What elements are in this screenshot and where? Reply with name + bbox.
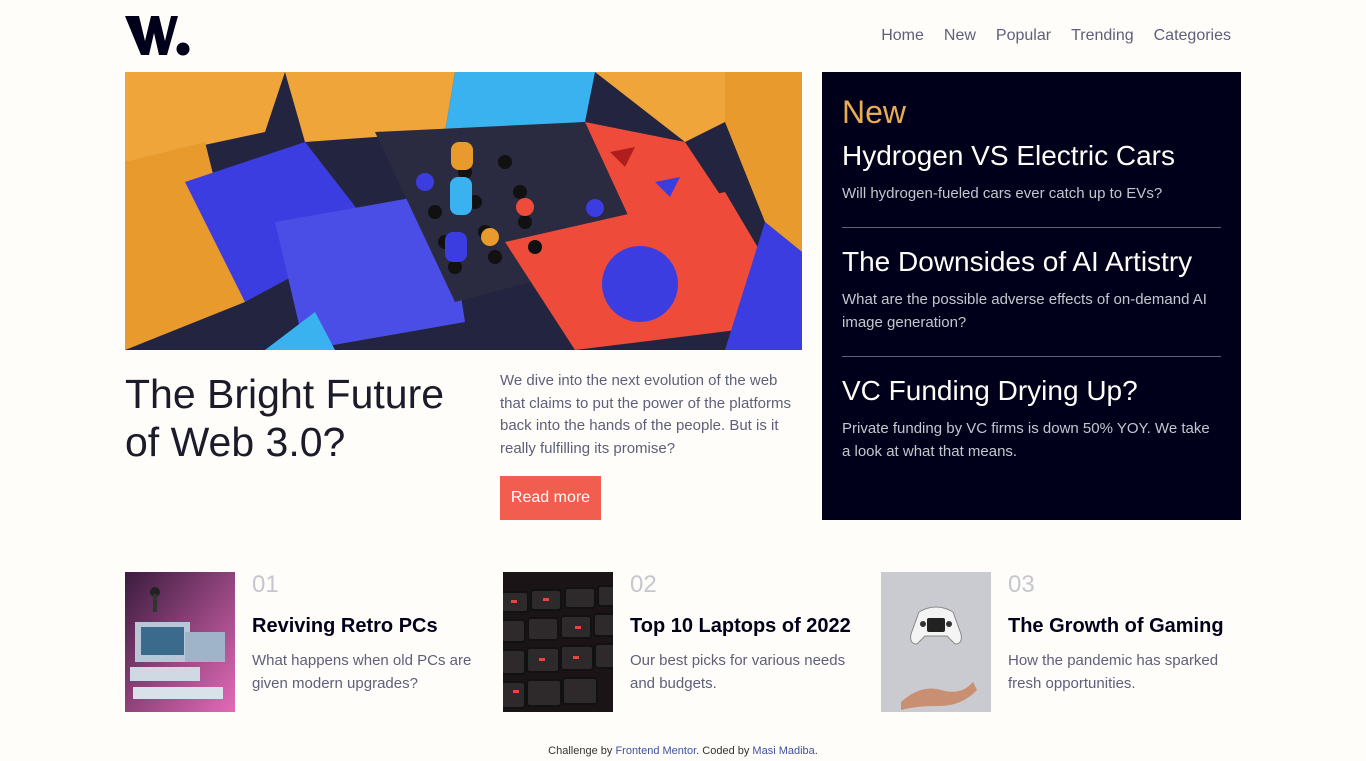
new-item-text: Will hydrogen-fueled cars ever catch up … [842,185,1163,202]
new-heading: New [842,94,907,130]
card-number: 03 [1008,571,1035,598]
nav-categories[interactable]: Categories [1154,27,1231,45]
site-header: Home New Popular Trending Categories [125,14,1241,58]
nav-new[interactable]: New [944,27,976,45]
read-more-button[interactable]: Read more [500,476,601,520]
new-item: The Downsides of AI Artistry What are th… [842,228,1221,357]
hero-image [125,72,802,350]
card-number: 02 [630,571,657,598]
new-item: VC Funding Drying Up? Private funding by… [842,357,1221,485]
attribution-suffix: . [814,745,818,757]
new-articles-panel: New Hydrogen VS Electric Cars Will hydro… [822,72,1241,520]
card-body: 03 The Growth of Gaming How the pandemic… [1008,571,1241,712]
card-title[interactable]: The Growth of Gaming [1008,613,1241,639]
author-link[interactable]: Masi Madiba [752,745,814,757]
card-description: What happens when old PCs are given mode… [252,652,472,692]
new-item-text: Private funding by VC firms is down 50% … [842,420,1210,460]
card-title[interactable]: Top 10 Laptops of 2022 [630,613,863,639]
card-description: Our best picks for various needs and bud… [630,652,846,692]
card-description: How the pandemic has sparked fresh oppor… [1008,652,1219,692]
frontend-mentor-link[interactable]: Frontend Mentor [615,745,696,757]
article-card: 03 The Growth of Gaming How the pandemic… [881,571,1241,712]
nav-home[interactable]: Home [881,27,924,45]
logo[interactable] [125,15,190,57]
main-nav: Home New Popular Trending Categories [881,27,1231,45]
attribution-middle: . Coded by [696,745,753,757]
nav-trending[interactable]: Trending [1071,27,1134,45]
card-number: 01 [252,571,279,598]
new-item-title[interactable]: Hydrogen VS Electric Cars [842,138,1221,174]
attribution: Challenge by Frontend Mentor. Coded by M… [0,745,1366,757]
card-body: 01 Reviving Retro PCs What happens when … [252,571,485,712]
card-body: 02 Top 10 Laptops of 2022 Our best picks… [630,571,863,712]
featured-cards: 01 Reviving Retro PCs What happens when … [125,571,1241,712]
hero-title: The Bright Future of Web 3.0? [125,371,445,465]
hero-description: We dive into the next evolution of the w… [500,372,791,457]
card-title[interactable]: Reviving Retro PCs [252,613,485,639]
gamepad-image [881,572,991,712]
attribution-prefix: Challenge by [548,745,616,757]
new-item-title[interactable]: The Downsides of AI Artistry [842,244,1221,280]
retro-pc-image [125,572,235,712]
nav-popular[interactable]: Popular [996,27,1051,45]
new-item-title[interactable]: VC Funding Drying Up? [842,373,1221,409]
article-card: 01 Reviving Retro PCs What happens when … [125,571,485,712]
new-item: Hydrogen VS Electric Cars Will hydrogen-… [842,132,1221,228]
new-item-text: What are the possible adverse effects of… [842,291,1207,331]
laptop-keyboard-image [503,572,613,712]
article-card: 02 Top 10 Laptops of 2022 Our best picks… [503,571,863,712]
